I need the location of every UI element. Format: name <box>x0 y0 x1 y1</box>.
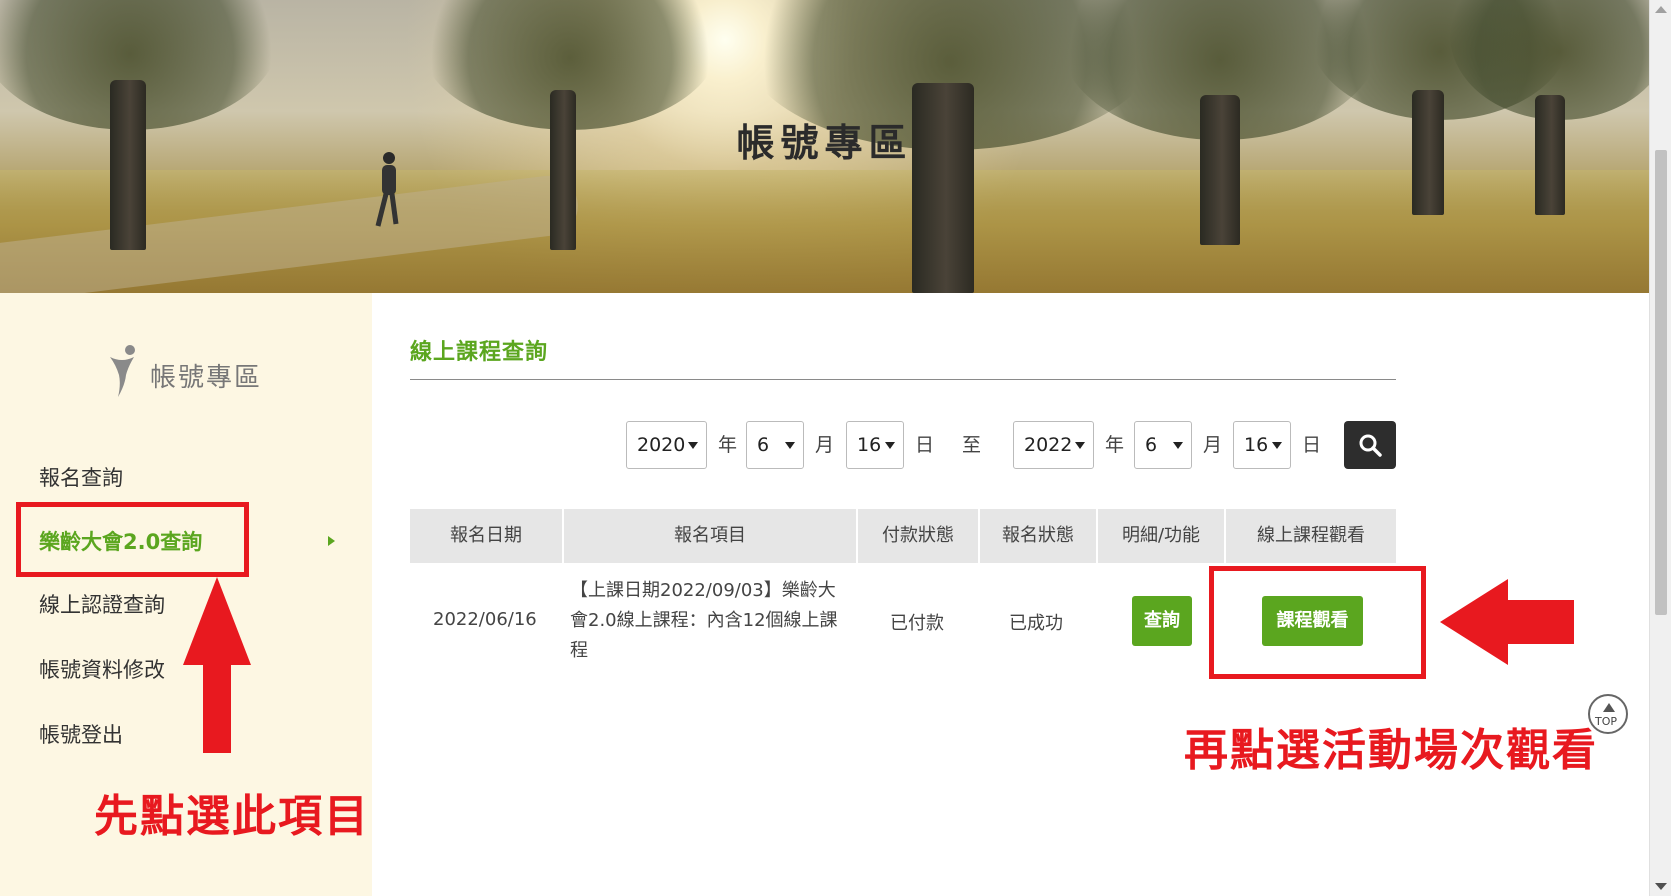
row-payment-status: 已付款 <box>890 613 944 634</box>
column-header-date: 報名日期 <box>410 509 564 563</box>
scroll-up-arrow-icon[interactable] <box>1655 6 1667 13</box>
column-header-item: 報名項目 <box>564 509 858 563</box>
to-day-select[interactable]: 16 <box>1233 421 1291 469</box>
annotation-text-step2: 再點選活動場次觀看 <box>1184 725 1598 776</box>
search-button[interactable] <box>1344 421 1396 469</box>
unit-year-label: 年 <box>1105 434 1125 456</box>
person-logo-icon <box>110 345 135 397</box>
column-header-status: 報名狀態 <box>980 509 1098 563</box>
sidebar-active-caret-icon <box>328 536 335 546</box>
detail-query-button[interactable]: 查詢 <box>1132 596 1192 646</box>
vertical-scrollbar[interactable] <box>1649 0 1671 896</box>
highlight-box-watch <box>1209 566 1426 679</box>
unit-month-label: 月 <box>815 434 835 456</box>
back-to-top-label: TOP <box>1595 715 1618 728</box>
to-month-value: 6 <box>1145 434 1158 456</box>
chevron-down-icon <box>885 442 895 449</box>
sidebar-logo: 帳號專區 <box>104 343 284 403</box>
title-divider <box>410 379 1396 380</box>
column-header-watch: 線上課程觀看 <box>1257 525 1365 546</box>
banner-tree <box>1450 0 1649 215</box>
chevron-down-icon <box>688 442 698 449</box>
from-year-value: 2020 <box>637 434 686 456</box>
unit-month-label: 月 <box>1203 434 1223 456</box>
row-registration-status: 已成功 <box>1009 613 1063 634</box>
to-year-select[interactable]: 2022 <box>1013 421 1094 469</box>
chevron-down-icon <box>785 442 795 449</box>
back-to-top-button[interactable]: TOP <box>1588 694 1628 734</box>
sidebar-item-logout[interactable]: 帳號登出 <box>39 719 123 749</box>
left-arrow-icon <box>1440 579 1574 665</box>
chevron-down-icon <box>1173 442 1183 449</box>
date-range-separator: 至 <box>962 434 982 456</box>
row-date: 2022/06/16 <box>433 609 537 630</box>
sidebar-logo-text: 帳號專區 <box>150 363 263 393</box>
sidebar-item-account-edit[interactable]: 帳號資料修改 <box>39 654 165 684</box>
to-month-select[interactable]: 6 <box>1134 421 1192 469</box>
up-arrow-icon <box>183 577 251 753</box>
highlight-box-sidebar <box>16 502 249 577</box>
from-day-value: 16 <box>857 434 882 456</box>
sidebar-item-registration-query[interactable]: 報名查詢 <box>39 462 123 492</box>
page-title: 線上課程查詢 <box>410 340 549 365</box>
search-icon <box>1359 434 1382 457</box>
from-month-value: 6 <box>757 434 770 456</box>
scrollbar-thumb[interactable] <box>1655 150 1667 615</box>
hero-banner: 帳號專區 <box>0 0 1649 293</box>
to-year-value: 2022 <box>1024 434 1073 456</box>
sidebar-item-online-certification-query[interactable]: 線上認證查詢 <box>39 589 165 619</box>
arrow-up-icon <box>1603 703 1615 712</box>
unit-day-label: 日 <box>1302 434 1322 456</box>
from-year-select[interactable]: 2020 <box>626 421 707 469</box>
scroll-down-arrow-icon[interactable] <box>1655 883 1667 890</box>
column-header-detail: 明細/功能 <box>1098 509 1226 563</box>
column-header-payment: 付款狀態 <box>858 509 980 563</box>
to-day-value: 16 <box>1244 434 1269 456</box>
banner-title: 帳號專區 <box>736 121 913 165</box>
unit-day-label: 日 <box>915 434 935 456</box>
from-day-select[interactable]: 16 <box>846 421 904 469</box>
annotation-text-step1: 先點選此項目 <box>94 791 370 842</box>
chevron-down-icon <box>1272 442 1282 449</box>
chevron-down-icon <box>1075 442 1085 449</box>
table-header: 報名日期 報名項目 付款狀態 報名狀態 明細/功能 線上課程觀看 <box>410 509 1396 563</box>
page: 帳號專區 帳號專區 報名查詢 樂齡大會2.0查詢 線上認證查詢 帳號資料修改 帳… <box>0 0 1671 896</box>
from-month-select[interactable]: 6 <box>746 421 804 469</box>
unit-year-label: 年 <box>718 434 738 456</box>
row-item: 【上課日期2022/09/03】樂齡大會2.0線上課程：內含12個線上課程 <box>570 580 838 661</box>
